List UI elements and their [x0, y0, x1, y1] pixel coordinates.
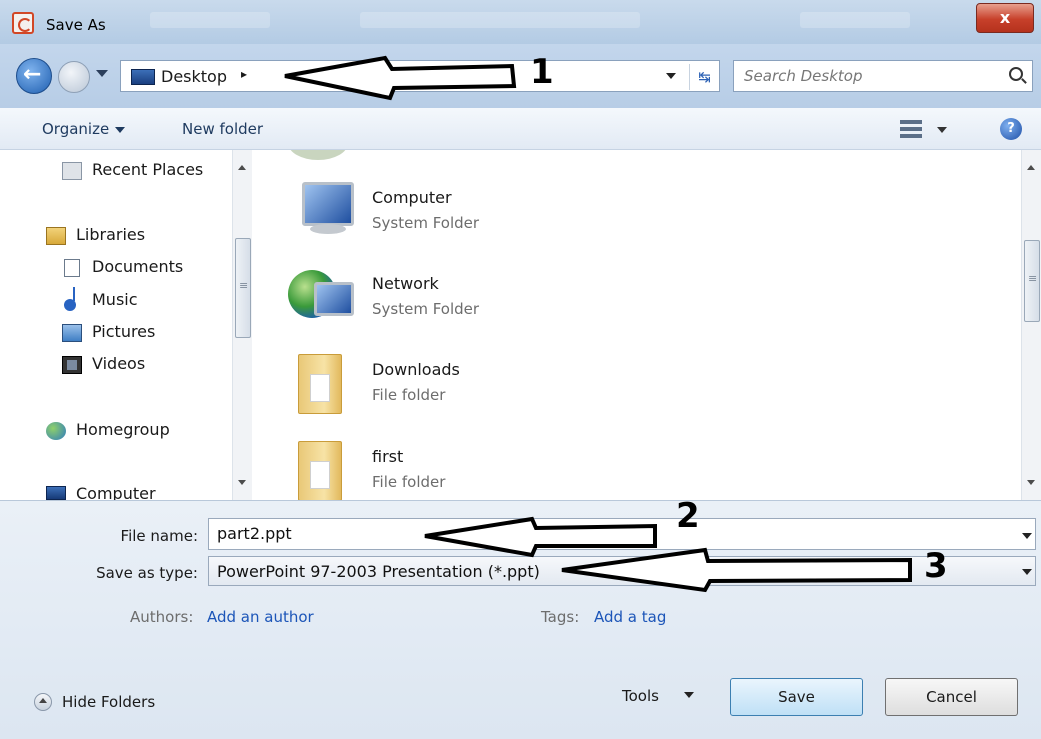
file-item-first[interactable]: first File folder	[288, 437, 708, 500]
file-name: first	[372, 447, 404, 466]
window-title: Save As	[46, 16, 106, 34]
network-icon	[288, 268, 354, 328]
recent-places-icon	[62, 162, 82, 180]
save-button[interactable]: Save	[730, 678, 863, 716]
address-bar: Desktop ▸ ↹	[0, 44, 1041, 108]
help-icon[interactable]: ?	[1000, 118, 1022, 140]
computer-icon	[288, 182, 354, 242]
file-name: Network	[372, 274, 439, 293]
recent-locations-dropdown[interactable]	[96, 70, 108, 77]
chevron-down-icon[interactable]	[1022, 569, 1032, 575]
powerpoint-app-icon	[12, 12, 34, 34]
organize-menu[interactable]: Organize	[42, 120, 126, 138]
nav-item-label: Computer	[76, 484, 156, 500]
nav-item-label: Music	[92, 290, 138, 309]
change-view-icon[interactable]	[900, 119, 922, 139]
chevron-down-icon	[115, 126, 126, 133]
add-author-link[interactable]: Add an author	[207, 608, 314, 626]
file-item-network[interactable]: Network System Folder	[288, 264, 708, 338]
tools-menu[interactable]: Tools	[622, 687, 694, 705]
new-folder-button[interactable]: New folder	[182, 120, 263, 138]
file-list-scrollbar[interactable]	[1021, 150, 1041, 500]
annotation-number-1: 1	[530, 52, 554, 92]
scrollbar-thumb[interactable]	[1024, 240, 1040, 322]
annotation-number-2: 2	[676, 496, 700, 536]
save-as-type-select[interactable]: PowerPoint 97-2003 Presentation (*.ppt)	[208, 556, 1036, 586]
file-type: File folder	[372, 473, 446, 491]
search-box[interactable]	[733, 60, 1033, 92]
authors-label: Authors:	[130, 608, 194, 626]
nav-item-label: Recent Places	[92, 160, 204, 179]
file-list: Computer System Folder Network System Fo…	[258, 150, 1020, 500]
nav-item-label: Homegroup	[76, 420, 170, 439]
scrollbar-thumb[interactable]	[235, 238, 251, 338]
navigation-scrollbar[interactable]	[232, 150, 252, 500]
breadcrumb-separator-icon[interactable]: ▸	[241, 67, 247, 81]
tags-label: Tags:	[541, 608, 580, 626]
nav-item-label: Pictures	[92, 322, 156, 341]
computer-icon	[46, 486, 66, 500]
file-name-input[interactable]	[217, 524, 977, 543]
save-as-type-label: Save as type:	[96, 564, 198, 582]
desktop-icon	[131, 69, 155, 85]
chevron-down-icon	[683, 692, 694, 698]
nav-item-label: Videos	[92, 354, 146, 373]
close-button[interactable]: x	[976, 3, 1034, 33]
annotation-number-3: 3	[924, 546, 948, 586]
forward-button[interactable]	[58, 61, 90, 93]
address-box[interactable]: Desktop ▸ ↹	[120, 60, 720, 92]
background-window-ghost	[800, 12, 910, 28]
file-name: Downloads	[372, 360, 460, 379]
scroll-up-arrow-icon[interactable]	[1027, 165, 1035, 170]
file-item-downloads[interactable]: Downloads File folder	[288, 350, 708, 424]
nav-item-label: Libraries	[76, 225, 146, 244]
music-icon	[64, 287, 76, 311]
file-name-field[interactable]	[208, 518, 1036, 550]
refresh-icon[interactable]: ↹	[689, 64, 719, 90]
file-type: File folder	[372, 386, 446, 404]
background-window-ghost	[360, 12, 640, 28]
libraries-icon	[46, 227, 66, 245]
file-name-label: File name:	[120, 527, 198, 545]
search-icon[interactable]	[1009, 67, 1023, 81]
chevron-up-icon	[34, 693, 52, 711]
cancel-button[interactable]: Cancel	[885, 678, 1018, 716]
file-name: Computer	[372, 188, 452, 207]
save-as-type-value: PowerPoint 97-2003 Presentation (*.ppt)	[217, 562, 540, 581]
scroll-down-arrow-icon[interactable]	[1027, 480, 1035, 485]
add-tag-link[interactable]: Add a tag	[594, 608, 666, 626]
view-options-dropdown[interactable]	[937, 127, 947, 133]
command-toolbar: Organize New folder ?	[0, 108, 1041, 150]
pictures-icon	[62, 324, 82, 342]
videos-icon	[62, 356, 82, 374]
scroll-down-arrow-icon[interactable]	[238, 480, 246, 485]
file-item-computer[interactable]: Computer System Folder	[288, 178, 708, 252]
title-bar: Save As x	[0, 0, 1041, 44]
file-type: System Folder	[372, 300, 480, 318]
partial-item-icon	[288, 150, 348, 160]
background-window-ghost	[150, 12, 270, 28]
documents-icon	[64, 259, 80, 277]
hide-folders-label: Hide Folders	[62, 693, 156, 711]
tools-label: Tools	[622, 687, 659, 705]
back-button[interactable]	[16, 58, 52, 94]
search-input[interactable]	[744, 67, 994, 85]
organize-label[interactable]: Organize	[42, 120, 109, 138]
address-history-dropdown[interactable]	[666, 73, 676, 79]
file-type: System Folder	[372, 214, 480, 232]
save-form-pane: File name: Save as type: PowerPoint 97-2…	[0, 500, 1041, 739]
chevron-down-icon[interactable]	[1022, 533, 1032, 539]
navigation-pane: Recent Places Libraries Documents Music …	[0, 150, 258, 500]
nav-item-label: Documents	[92, 257, 184, 276]
address-location[interactable]: Desktop	[161, 67, 227, 86]
homegroup-icon	[46, 422, 66, 440]
folder-icon	[288, 354, 350, 414]
scroll-up-arrow-icon[interactable]	[238, 165, 246, 170]
folder-icon	[288, 441, 350, 500]
